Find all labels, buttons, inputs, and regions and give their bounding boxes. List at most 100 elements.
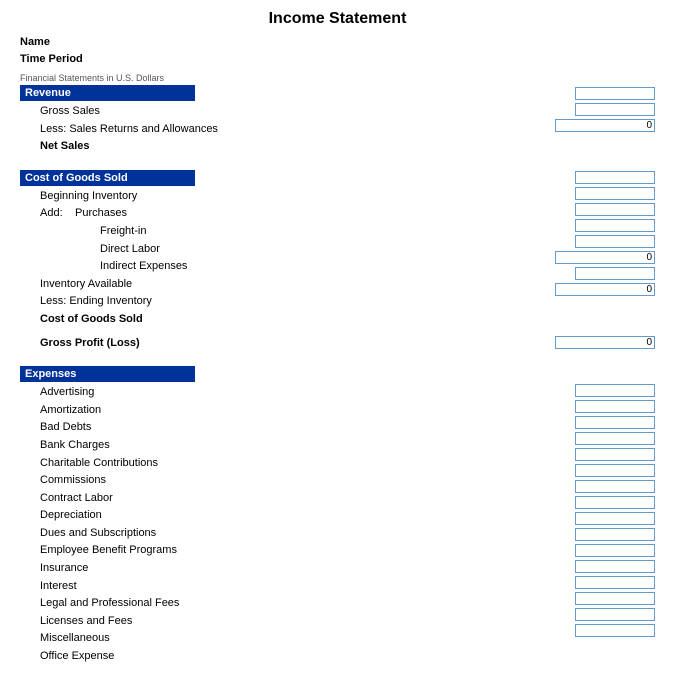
cogs-right: 0 0 bbox=[420, 170, 655, 298]
net-sales-input-row: 0 bbox=[430, 117, 655, 133]
amortization-input[interactable] bbox=[575, 400, 655, 413]
direct-labor-input[interactable] bbox=[575, 219, 655, 232]
financial-note: Financial Statements in U.S. Dollars bbox=[20, 73, 655, 83]
beginning-inventory-row: Beginning Inventory bbox=[20, 188, 420, 206]
expenses-inputs bbox=[430, 366, 655, 638]
cogs-header: Cost of Goods Sold bbox=[20, 170, 195, 186]
bad-debts-row: Bad Debts bbox=[20, 419, 420, 437]
beginning-inventory-input[interactable] bbox=[575, 171, 655, 184]
employee-benefit-input[interactable] bbox=[575, 528, 655, 541]
freight-in-input-row bbox=[430, 202, 655, 218]
miscellaneous-input[interactable] bbox=[575, 608, 655, 621]
add-label: Add: bbox=[40, 205, 75, 223]
freight-in-label: Freight-in bbox=[100, 223, 146, 241]
cogs-total-value[interactable]: 0 bbox=[555, 283, 655, 296]
purchases-label: Purchases bbox=[75, 205, 127, 223]
gross-profit-section: Gross Profit (Loss) 0 bbox=[20, 335, 655, 353]
expenses-section: Expenses Advertising Amortization Bad De… bbox=[20, 366, 655, 666]
purchases-input[interactable] bbox=[575, 187, 655, 200]
gross-sales-input[interactable] bbox=[575, 87, 655, 100]
gross-profit-value[interactable]: 0 bbox=[555, 336, 655, 349]
net-sales-value[interactable]: 0 bbox=[555, 119, 655, 132]
purchases-input-row bbox=[430, 186, 655, 202]
dues-subscriptions-input[interactable] bbox=[575, 512, 655, 525]
insurance-input[interactable] bbox=[575, 544, 655, 557]
freight-in-input[interactable] bbox=[575, 203, 655, 216]
inventory-available-input-row: 0 bbox=[430, 250, 655, 266]
amortization-row: Amortization bbox=[20, 402, 420, 420]
revenue-header: Revenue bbox=[20, 85, 195, 101]
bank-charges-input[interactable] bbox=[575, 432, 655, 445]
inventory-available-row: Inventory Available bbox=[20, 276, 420, 294]
cogs-inputs: 0 0 bbox=[430, 170, 655, 298]
ending-inventory-input[interactable] bbox=[575, 267, 655, 280]
expenses-header: Expenses bbox=[20, 366, 195, 382]
dues-subscriptions-row: Dues and Subscriptions bbox=[20, 525, 420, 543]
beginning-inventory-label: Beginning Inventory bbox=[40, 188, 137, 206]
depreciation-row: Depreciation bbox=[20, 507, 420, 525]
legal-fees-input[interactable] bbox=[575, 576, 655, 589]
advertising-input[interactable] bbox=[575, 384, 655, 397]
gross-profit-inputs: 0 bbox=[430, 335, 655, 351]
interest-input[interactable] bbox=[575, 560, 655, 573]
indirect-expenses-row: Indirect Expenses bbox=[20, 258, 420, 276]
net-sales-row: Net Sales bbox=[20, 138, 420, 156]
expenses-right bbox=[420, 366, 655, 638]
revenue-left: Revenue Gross Sales Less: Sales Returns … bbox=[20, 85, 420, 156]
freight-in-row: Freight-in bbox=[20, 223, 420, 241]
gross-sales-input-row bbox=[430, 85, 655, 101]
ending-inventory-label: Less: Ending Inventory bbox=[40, 293, 152, 311]
indirect-expenses-input-row bbox=[430, 234, 655, 250]
gross-profit-label: Gross Profit (Loss) bbox=[40, 335, 140, 353]
insurance-row: Insurance bbox=[20, 560, 420, 578]
sales-returns-label: Less: Sales Returns and Allowances bbox=[40, 121, 218, 139]
gross-profit-left: Gross Profit (Loss) bbox=[20, 335, 420, 353]
indirect-expenses-input[interactable] bbox=[575, 235, 655, 248]
sales-returns-row: Less: Sales Returns and Allowances bbox=[20, 121, 420, 139]
contract-labor-input[interactable] bbox=[575, 480, 655, 493]
beginning-inventory-input-row bbox=[430, 170, 655, 186]
miscellaneous-row: Miscellaneous bbox=[20, 630, 420, 648]
page-title: Income Statement bbox=[20, 10, 655, 28]
inventory-available-value[interactable]: 0 bbox=[555, 251, 655, 264]
commissions-row: Commissions bbox=[20, 472, 420, 490]
cogs-left: Cost of Goods Sold Beginning Inventory A… bbox=[20, 170, 420, 329]
licenses-fees-input[interactable] bbox=[575, 592, 655, 605]
net-sales-label: Net Sales bbox=[40, 138, 90, 156]
interest-row: Interest bbox=[20, 578, 420, 596]
inventory-available-label: Inventory Available bbox=[40, 276, 132, 294]
cogs-total-row: Cost of Goods Sold bbox=[20, 311, 420, 329]
office-expense-row: Office Expense bbox=[20, 648, 420, 666]
depreciation-input[interactable] bbox=[575, 496, 655, 509]
advertising-row: Advertising bbox=[20, 384, 420, 402]
legal-fees-row: Legal and Professional Fees bbox=[20, 595, 420, 613]
meta-time-period: Time Period bbox=[20, 51, 655, 68]
ending-inventory-row: Less: Ending Inventory bbox=[20, 293, 420, 311]
ending-inventory-input-row bbox=[430, 266, 655, 282]
revenue-section: Revenue Gross Sales Less: Sales Returns … bbox=[20, 85, 655, 156]
gross-profit-row: Gross Profit (Loss) bbox=[20, 335, 420, 353]
bad-debts-input[interactable] bbox=[575, 416, 655, 429]
indirect-expenses-label: Indirect Expenses bbox=[100, 258, 187, 276]
meta-name: Name bbox=[20, 34, 655, 51]
direct-labor-input-row bbox=[430, 218, 655, 234]
gross-sales-label: Gross Sales bbox=[40, 103, 100, 121]
sales-returns-input[interactable] bbox=[575, 103, 655, 116]
gross-sales-row: Gross Sales bbox=[20, 103, 420, 121]
expenses-left: Expenses Advertising Amortization Bad De… bbox=[20, 366, 420, 666]
bank-charges-row: Bank Charges bbox=[20, 437, 420, 455]
cogs-total-input-row: 0 bbox=[430, 282, 655, 298]
direct-labor-label: Direct Labor bbox=[100, 241, 160, 259]
commissions-input[interactable] bbox=[575, 464, 655, 477]
sales-returns-input-row bbox=[430, 101, 655, 117]
revenue-right: 0 bbox=[420, 85, 655, 133]
charitable-contributions-row: Charitable Contributions bbox=[20, 455, 420, 473]
gross-profit-right: 0 bbox=[420, 335, 655, 351]
licenses-fees-row: Licenses and Fees bbox=[20, 613, 420, 631]
direct-labor-row: Direct Labor bbox=[20, 241, 420, 259]
office-expense-input[interactable] bbox=[575, 624, 655, 637]
add-row: Add: Purchases bbox=[20, 205, 420, 223]
charitable-contributions-input[interactable] bbox=[575, 448, 655, 461]
employee-benefit-row: Employee Benefit Programs bbox=[20, 542, 420, 560]
gross-profit-input-row: 0 bbox=[430, 335, 655, 351]
